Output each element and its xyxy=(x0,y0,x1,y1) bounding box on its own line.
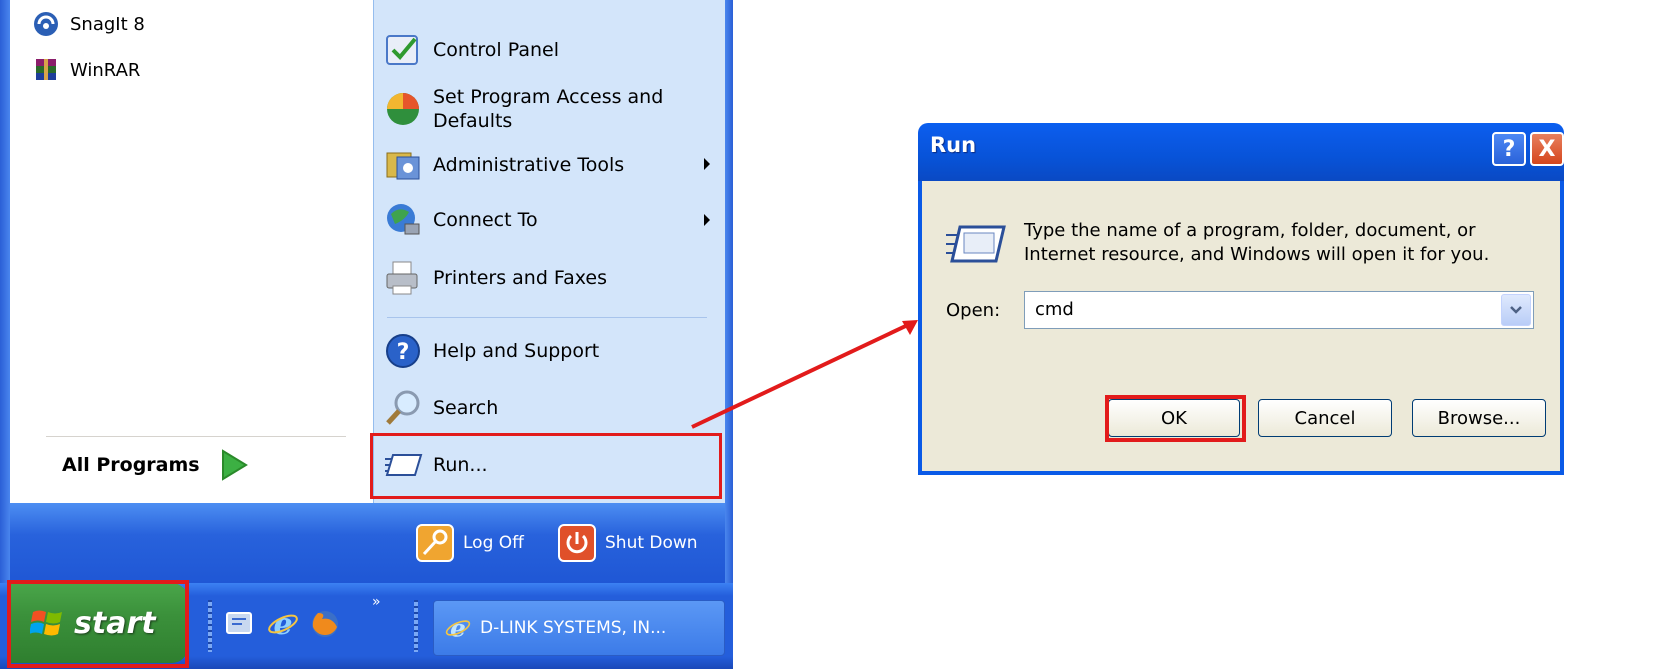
start-menu-right-border xyxy=(725,0,733,583)
pinned-item-winrar[interactable]: WinRAR xyxy=(32,52,140,88)
run-icon xyxy=(946,225,1006,263)
cancel-button[interactable]: Cancel xyxy=(1258,399,1392,437)
menu-item-label-line2: Defaults xyxy=(433,110,513,132)
submenu-arrow-icon xyxy=(704,158,710,170)
menu-item-label: Set Program Access and Defaults xyxy=(433,85,663,133)
menu-item-control-panel[interactable]: Control Panel xyxy=(383,30,559,70)
run-dialog-title: Run xyxy=(930,133,977,157)
menu-separator xyxy=(387,317,707,318)
ok-highlight-box xyxy=(1105,395,1246,442)
chevron-down-icon xyxy=(1510,306,1522,314)
printer-icon xyxy=(386,261,418,295)
log-off-button[interactable]: Log Off xyxy=(415,523,524,563)
menu-item-label: Administrative Tools xyxy=(433,154,625,176)
menu-item-label: Printers and Faxes xyxy=(433,267,608,289)
pinned-item-snagit[interactable]: SnagIt 8 xyxy=(32,6,145,42)
close-icon: X xyxy=(1538,136,1556,162)
svg-text:?: ? xyxy=(397,340,410,365)
menu-item-search[interactable]: Search xyxy=(383,388,498,428)
start-menu-left-pane: SnagIt 8 WinRAR xyxy=(10,0,373,503)
key-icon xyxy=(416,524,454,562)
close-button[interactable]: X xyxy=(1530,132,1564,166)
browse-button[interactable]: Browse... xyxy=(1412,399,1546,437)
menu-item-label: Help and Support xyxy=(433,340,600,362)
internet-explorer-icon[interactable]: e xyxy=(266,607,300,641)
menu-item-label: Connect To xyxy=(433,209,538,231)
menu-item-help[interactable]: ? Help and Support xyxy=(383,331,599,371)
shut-down-label: Shut Down xyxy=(605,533,698,553)
run-dialog-body: Type the name of a program, folder, docu… xyxy=(918,181,1564,475)
control-panel-icon xyxy=(386,35,418,65)
open-combobox[interactable]: cmd xyxy=(1024,291,1534,329)
run-highlight-box xyxy=(370,433,722,499)
submenu-arrow-icon xyxy=(704,214,710,226)
menu-item-program-access[interactable]: Set Program Access and Defaults xyxy=(383,85,663,133)
pinned-item-label: WinRAR xyxy=(70,59,141,81)
more-quicklaunch-chevron-icon[interactable]: » xyxy=(372,594,381,610)
internet-explorer-icon: e xyxy=(445,614,471,642)
pinned-item-label: SnagIt 8 xyxy=(70,13,145,35)
menu-item-connect-to[interactable]: Connect To xyxy=(383,200,538,240)
show-desktop-icon[interactable] xyxy=(222,607,256,641)
open-label: Open: xyxy=(946,300,1001,321)
start-highlight-box xyxy=(7,580,189,668)
winrar-icon xyxy=(36,59,56,80)
firefox-icon[interactable] xyxy=(308,607,342,641)
start-menu-left-border xyxy=(0,0,10,583)
admin-tools-icon xyxy=(386,152,420,180)
toolbar-grip[interactable] xyxy=(208,600,212,652)
svg-text:e: e xyxy=(450,614,466,642)
all-programs-label: All Programs xyxy=(62,454,200,476)
start-menu: SnagIt 8 WinRAR All Programs Control Pan… xyxy=(0,0,733,669)
menu-item-printers[interactable]: Printers and Faxes xyxy=(383,258,607,298)
toolbar-grip[interactable] xyxy=(414,600,418,652)
run-dialog-titlebar[interactable]: Run ? X xyxy=(918,123,1564,181)
snagit-icon xyxy=(34,12,58,36)
taskbar-app-button[interactable]: e D-LINK SYSTEMS, IN... xyxy=(433,600,725,656)
cancel-label: Cancel xyxy=(1294,407,1356,429)
menu-item-label: Search xyxy=(433,397,499,419)
menu-item-label-line1: Set Program Access and xyxy=(433,86,664,108)
browse-label: Browse... xyxy=(1437,407,1521,429)
callout-arrow xyxy=(691,320,918,429)
run-dialog-prompt: Type the name of a program, folder, docu… xyxy=(1024,219,1544,267)
all-programs-separator xyxy=(46,436,346,437)
all-programs-button[interactable]: All Programs xyxy=(62,448,250,482)
menu-item-admin-tools[interactable]: Administrative Tools xyxy=(383,145,624,185)
green-arrow-icon xyxy=(221,449,248,481)
open-input-value[interactable]: cmd xyxy=(1035,299,1074,320)
program-access-icon xyxy=(387,93,419,125)
dropdown-button[interactable] xyxy=(1501,294,1531,326)
run-dialog: Run ? X Type the name of a program, fold… xyxy=(918,123,1564,475)
help-icon: ? xyxy=(386,334,420,368)
help-icon: ? xyxy=(1502,136,1516,162)
power-icon xyxy=(558,524,596,562)
prompt-line-1: Type the name of a program, folder, docu… xyxy=(1024,220,1476,241)
svg-text:e: e xyxy=(273,607,292,641)
log-off-label: Log Off xyxy=(463,533,524,553)
shut-down-button[interactable]: Shut Down xyxy=(557,523,698,563)
search-icon xyxy=(386,390,420,425)
taskbar-app-label: D-LINK SYSTEMS, IN... xyxy=(480,618,667,638)
menu-item-label: Control Panel xyxy=(433,39,559,61)
connect-to-icon xyxy=(387,204,420,235)
help-button[interactable]: ? xyxy=(1492,132,1526,166)
prompt-line-2: Internet resource, and Windows will open… xyxy=(1024,244,1490,265)
